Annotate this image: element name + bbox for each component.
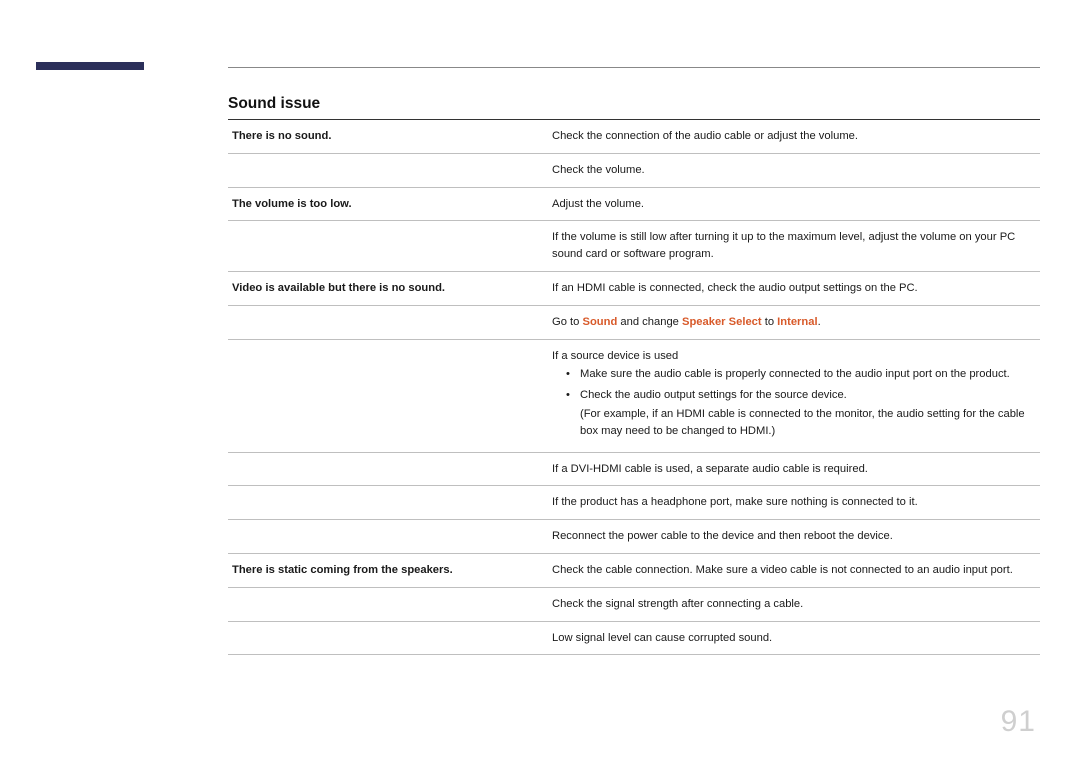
issue-label <box>228 153 548 187</box>
table-row: The volume is too low.Adjust the volume. <box>228 187 1040 221</box>
page: Sound issue There is no sound.Check the … <box>0 0 1080 763</box>
table-row: Reconnect the power cable to the device … <box>228 520 1040 554</box>
table-row: There is static coming from the speakers… <box>228 553 1040 587</box>
issue-label: There is static coming from the speakers… <box>228 553 548 587</box>
solution-cell: Check the connection of the audio cable … <box>548 120 1040 154</box>
issue-label <box>228 587 548 621</box>
header-accent-bar <box>36 62 144 70</box>
header-rule <box>228 67 1040 68</box>
table-row: Check the signal strength after connecti… <box>228 587 1040 621</box>
solution-cell: If an HDMI cable is connected, check the… <box>548 271 1040 305</box>
solution-cell: Check the volume. <box>548 153 1040 187</box>
issue-label <box>228 621 548 655</box>
table-row: If the product has a headphone port, mak… <box>228 486 1040 520</box>
issue-label: There is no sound. <box>228 120 548 154</box>
table-row: Low signal level can cause corrupted sou… <box>228 621 1040 655</box>
table-row: Check the volume. <box>228 153 1040 187</box>
solution-cell: Go to Sound and change Speaker Select to… <box>548 305 1040 339</box>
solution-cell: If a source device is usedMake sure the … <box>548 339 1040 452</box>
section-title: Sound issue <box>228 95 1040 113</box>
content-area: Sound issue There is no sound.Check the … <box>228 95 1040 655</box>
table-row: If a DVI-HDMI cable is used, a separate … <box>228 452 1040 486</box>
table-row: There is no sound.Check the connection o… <box>228 120 1040 154</box>
solution-cell: Check the signal strength after connecti… <box>548 587 1040 621</box>
page-number: 91 <box>1001 705 1036 739</box>
issue-label <box>228 520 548 554</box>
solution-cell: If the product has a headphone port, mak… <box>548 486 1040 520</box>
solution-cell: If the volume is still low after turning… <box>548 221 1040 272</box>
issue-label <box>228 305 548 339</box>
troubleshooting-table: There is no sound.Check the connection o… <box>228 119 1040 655</box>
solution-cell: Check the cable connection. Make sure a … <box>548 553 1040 587</box>
table-row: Go to Sound and change Speaker Select to… <box>228 305 1040 339</box>
table-row: Video is available but there is no sound… <box>228 271 1040 305</box>
solution-cell: If a DVI-HDMI cable is used, a separate … <box>548 452 1040 486</box>
issue-label <box>228 452 548 486</box>
solution-cell: Reconnect the power cable to the device … <box>548 520 1040 554</box>
issue-label <box>228 339 548 452</box>
solution-cell: Low signal level can cause corrupted sou… <box>548 621 1040 655</box>
issue-label: Video is available but there is no sound… <box>228 271 548 305</box>
issue-label: The volume is too low. <box>228 187 548 221</box>
issue-label <box>228 486 548 520</box>
issue-label <box>228 221 548 272</box>
table-row: If the volume is still low after turning… <box>228 221 1040 272</box>
solution-cell: Adjust the volume. <box>548 187 1040 221</box>
table-row: If a source device is usedMake sure the … <box>228 339 1040 452</box>
